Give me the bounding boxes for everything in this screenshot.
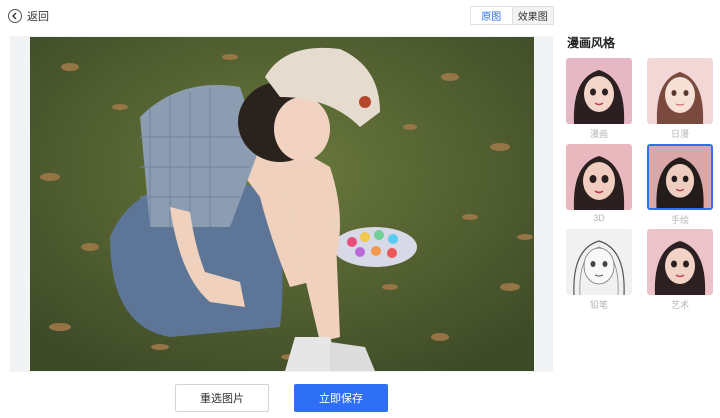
save-now-button[interactable]: 立即保存 xyxy=(294,384,388,412)
style-thumb xyxy=(647,229,713,295)
style-thumb xyxy=(566,144,632,210)
back-button[interactable]: 返回 xyxy=(8,8,49,24)
style-option-manhua[interactable]: 漫画 xyxy=(566,58,632,140)
style-label: 艺术 xyxy=(670,300,689,310)
back-label: 返回 xyxy=(27,11,49,23)
style-option-3d[interactable]: 3D xyxy=(566,144,632,223)
style-label: 日漫 xyxy=(670,129,689,139)
preview-photo xyxy=(30,37,534,371)
style-panel-title: 漫画风格 xyxy=(567,36,616,50)
style-option-yishu[interactable]: 艺术 xyxy=(647,229,713,311)
style-thumb xyxy=(647,58,713,124)
style-label: 漫画 xyxy=(589,129,608,139)
style-option-qianbi[interactable]: 铅笔 xyxy=(566,229,632,311)
reselect-image-button[interactable]: 重选图片 xyxy=(175,384,269,412)
style-label: 铅笔 xyxy=(589,300,608,310)
style-thumb xyxy=(566,58,632,124)
style-option-riman[interactable]: 日漫 xyxy=(647,58,713,140)
view-toggle: 原图 效果图 xyxy=(470,6,554,25)
style-label: 手绘 xyxy=(670,215,689,225)
style-option-shouhui[interactable]: 手绘 xyxy=(647,144,713,226)
style-thumb xyxy=(566,229,632,295)
chevron-left-icon xyxy=(8,9,22,23)
tab-original[interactable]: 原图 xyxy=(471,7,513,24)
style-thumb xyxy=(647,144,713,210)
style-label: 3D xyxy=(593,213,605,223)
tab-effect[interactable]: 效果图 xyxy=(513,7,554,24)
top-bar: 返回 原图 效果图 xyxy=(0,0,560,32)
